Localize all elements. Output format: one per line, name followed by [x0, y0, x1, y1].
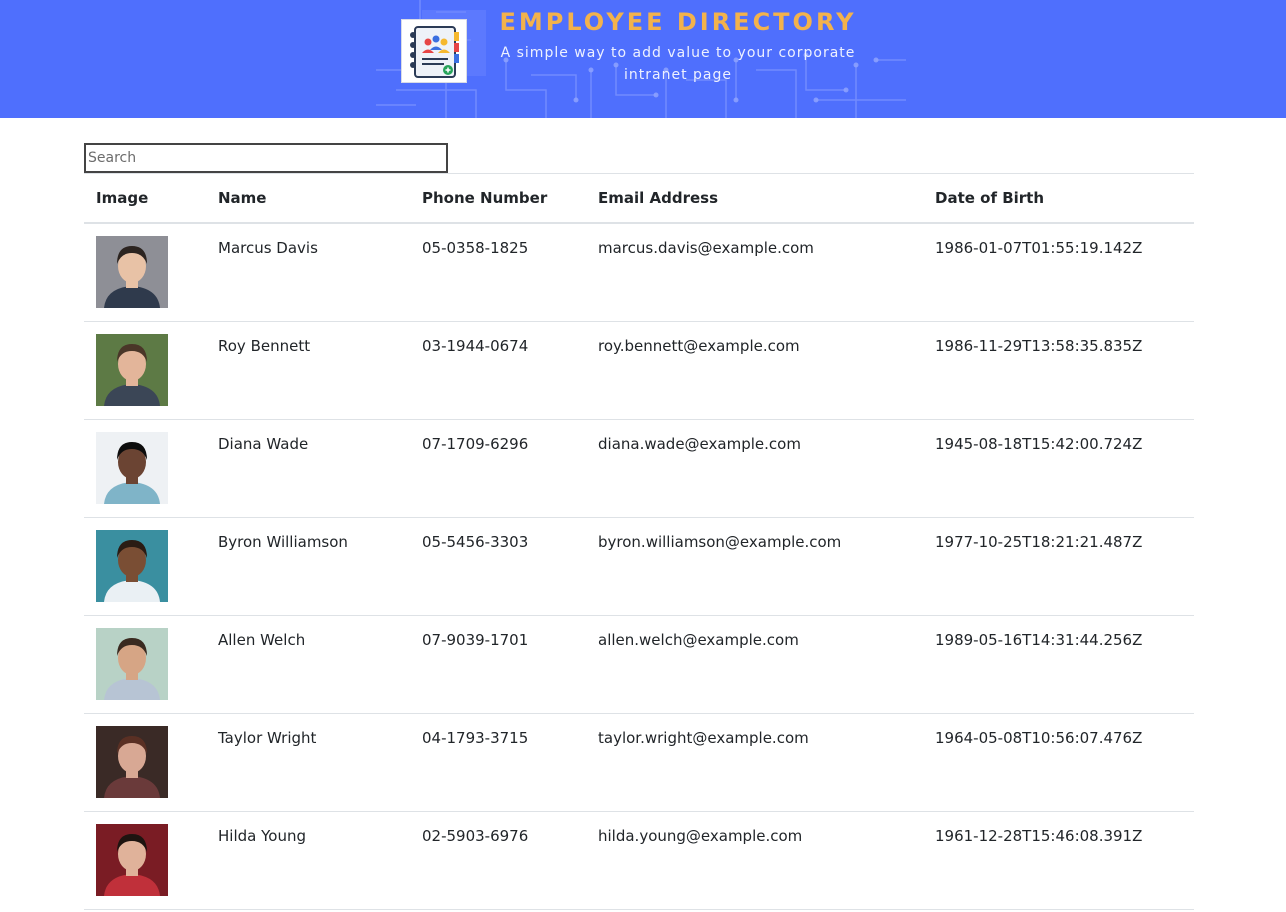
cell-name: Byron Williamson: [206, 517, 410, 616]
cell-phone: 07-9039-1701: [410, 615, 586, 714]
cell-name: Hilda Young: [206, 811, 410, 910]
cell-dob: 1977-10-25T18:21:21.487Z: [923, 517, 1194, 616]
page-title: EMPLOYEE DIRECTORY: [499, 8, 857, 36]
cell-image: [84, 713, 206, 812]
table-row: Byron Williamson 05-5456-3303 byron.willia…: [84, 517, 1194, 616]
cell-email: taylor.wright@example.com: [586, 713, 923, 812]
employee-table: Image Name Phone Number Email Address Da…: [84, 173, 1194, 910]
employee-avatar: [96, 334, 168, 406]
cell-phone: 02-5903-6976: [410, 811, 586, 910]
cell-name: Diana Wade: [206, 419, 410, 518]
table-row: Diana Wade 07-1709-6296 diana.wade@example…: [84, 419, 1194, 518]
page-header: EMPLOYEE DIRECTORY A simple way to add v…: [0, 0, 1286, 118]
column-header-name[interactable]: Name: [206, 173, 410, 224]
cell-image: [84, 419, 206, 518]
employee-avatar: [96, 628, 168, 700]
cell-name: Roy Bennett: [206, 321, 410, 420]
employee-avatar: [96, 824, 168, 896]
cell-email: diana.wade@example.com: [586, 419, 923, 518]
cell-email: allen.welch@example.com: [586, 615, 923, 714]
cell-phone: 05-5456-3303: [410, 517, 586, 616]
column-header-phone[interactable]: Phone Number: [410, 173, 586, 224]
column-header-email[interactable]: Email Address: [586, 173, 923, 224]
table-row: Roy Bennett 03-1944-0674 roy.bennett@examp…: [84, 321, 1194, 420]
table-header-row: Image Name Phone Number Email Address Da…: [84, 173, 1194, 224]
cell-phone: 04-1793-3715: [410, 713, 586, 812]
table-row: Hilda Young 02-5903-6976 hilda.young@examp…: [84, 811, 1194, 910]
table-row: Taylor Wright 04-1793-3715 taylor.wright@e…: [84, 713, 1194, 812]
cell-dob: 1986-11-29T13:58:35.835Z: [923, 321, 1194, 420]
employee-avatar: [96, 726, 168, 798]
search-input[interactable]: [84, 143, 448, 173]
cell-image: [84, 223, 206, 322]
cell-phone: 05-0358-1825: [410, 223, 586, 322]
cell-dob: 1989-05-16T14:31:44.256Z: [923, 615, 1194, 714]
cell-name: Allen Welch: [206, 615, 410, 714]
employee-avatar: [96, 432, 168, 504]
employee-avatar: [96, 530, 168, 602]
table-row: Marcus Davis 05-0358-1825 marcus.davis@exa…: [84, 223, 1194, 322]
cell-image: [84, 321, 206, 420]
cell-dob: 1961-12-28T15:46:08.391Z: [923, 811, 1194, 910]
column-header-image[interactable]: Image: [84, 173, 206, 224]
cell-image: [84, 811, 206, 910]
cell-name: Marcus Davis: [206, 223, 410, 322]
cell-dob: 1945-08-18T15:42:00.724Z: [923, 419, 1194, 518]
cell-email: roy.bennett@example.com: [586, 321, 923, 420]
table-row: Allen Welch 07-9039-1701 allen.welch@examp…: [84, 615, 1194, 714]
cell-image: [84, 517, 206, 616]
column-header-dob[interactable]: Date of Birth: [923, 173, 1194, 224]
address-book-icon: [401, 19, 467, 83]
cell-email: marcus.davis@example.com: [586, 223, 923, 322]
cell-email: byron.williamson@example.com: [586, 517, 923, 616]
directory-container: Image Name Phone Number Email Address Da…: [84, 143, 1194, 910]
cell-phone: 03-1944-0674: [410, 321, 586, 420]
page-subtitle: A simple way to add value to your corpor…: [500, 45, 856, 83]
cell-image: [84, 615, 206, 714]
cell-phone: 07-1709-6296: [410, 419, 586, 518]
cell-email: hilda.young@example.com: [586, 811, 923, 910]
employee-avatar: [96, 236, 168, 308]
cell-name: Taylor Wright: [206, 713, 410, 812]
cell-dob: 1986-01-07T01:55:19.142Z: [923, 223, 1194, 322]
cell-dob: 1964-05-08T10:56:07.476Z: [923, 713, 1194, 812]
